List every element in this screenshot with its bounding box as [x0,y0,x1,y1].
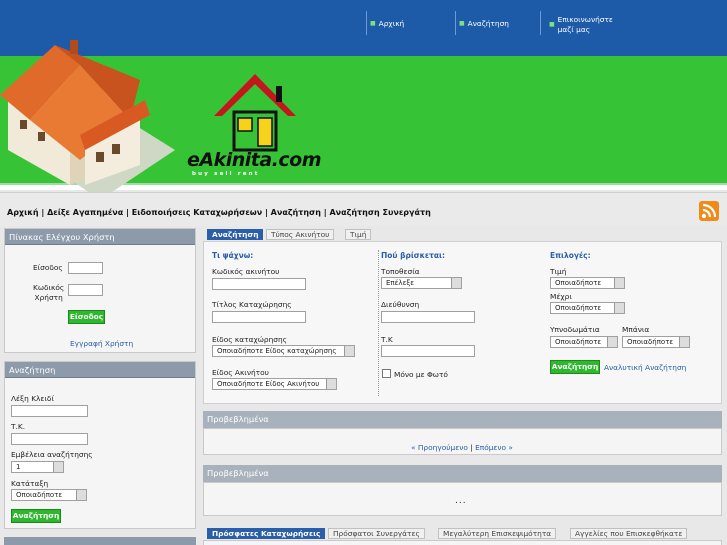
next-panel-header [4,537,196,545]
sort-label: Κατάταξη [11,479,49,488]
photo-only-label: Μόνο με Φωτό [394,370,448,379]
bullet-icon: ■ [370,20,376,27]
bedrooms-select[interactable]: Οποιαδήποτε [550,336,618,348]
header: ■ Αρχική ■ Αναζήτηση ■ Επικοινωνήστε μαζί μ… [0,0,727,200]
bullet-icon: ■ [549,21,555,28]
main-search-button[interactable]: Αναζήτηση [550,360,600,374]
property-code-label: Κωδικός ακινήτου [212,267,280,276]
featured-pager: « Προηγούμενο | Επόμενο » [411,443,513,452]
house-illustration [0,40,175,200]
login-label: Είσοδος [33,263,63,272]
keyword-label: Λέξη Κλειδί [11,394,54,403]
chevron-down-icon [53,462,63,472]
nav-contact-link[interactable]: ■ Επικοινωνήστε μαζί μας [549,15,613,35]
property-code-input[interactable] [212,278,306,290]
address-input[interactable] [381,311,475,323]
where-zip-label: Τ.Κ [381,335,393,344]
chevron-down-icon [614,303,624,313]
prev-link[interactable]: « Προηγούμενο [411,443,468,452]
tab-search[interactable]: Αναζήτηση [207,229,264,240]
address-label: Διεύθυνση [381,300,420,309]
chevron-down-icon [326,379,336,389]
listing-title-input[interactable] [212,311,306,323]
tab-viewed-listings[interactable]: Αγγελίες που Επισκεφθήκατε [570,528,688,539]
next-link[interactable]: Επόμενο » [475,443,513,452]
price-label: Τιμή [550,267,567,276]
where-heading: Πού βρίσκεται: [381,251,445,260]
top-nav: ■ Αρχική ■ Αναζήτηση ■ Επικοινωνήστε μαζί μ… [0,11,727,35]
tab-recent-partners[interactable]: Πρόσφατοι Συνεργάτες [328,528,425,539]
zip-input[interactable] [11,433,88,445]
site-logo[interactable]: eAkinita.com [187,149,322,171]
property-type-label: Είδος Ακινήτου [212,368,269,377]
password-label: Κωδικός Χρήστη [33,283,65,302]
chevron-down-icon [76,490,86,500]
baths-label: Μπάνια [622,325,650,334]
chevron-down-icon [451,278,461,288]
chevron-down-icon [679,337,689,347]
login-button[interactable]: Είσοδος [68,310,105,324]
register-link[interactable]: Εγγραφή Χρήστη [70,339,133,348]
tab-most-visited[interactable]: Μεγαλύτερη Επισκεψιμότητα [438,528,557,539]
tab-property-type[interactable]: Τύπος Ακινήτου [266,229,335,240]
zip-label: Τ.Κ. [11,422,26,431]
nav-search-link[interactable]: ■ Αναζήτηση [459,19,509,29]
logo-tagline: buy sell rent [192,171,260,177]
logo-house-icon [214,74,296,152]
keyword-input[interactable] [11,405,88,417]
where-zip-input[interactable] [381,345,475,357]
listing-type-select[interactable]: Οποιαδήποτε Είδος καταχώρησης [212,345,355,357]
chevron-down-icon [344,346,354,356]
range-label: Εμβέλεια αναζήτησης [11,450,93,459]
rss-icon[interactable] [699,201,719,221]
control-panel-title: Πίνακας Ελέγχου Χρήστη [5,229,195,245]
sort-select[interactable]: Οποιαδήποτε [11,489,87,501]
baths-select[interactable]: Οποιαδήποτε [622,336,690,348]
featured-header-2: Προβεβλημένα [203,465,722,482]
tab-recent-listings[interactable]: Πρόσφατες Καταχωρήσεις [207,528,326,539]
location-label: Τοποθεσία [381,267,420,276]
price-to-select[interactable]: Οποιαδήποτε [550,302,625,314]
listing-type-label: Είδος καταχώρησης [212,335,287,344]
location-select[interactable]: Επέλεξε [381,277,462,289]
column-divider [378,250,379,396]
username-input[interactable] [68,262,103,274]
price-from-select[interactable]: Οποιαδήποτε [550,277,625,289]
side-search-title: Αναζήτηση [5,362,195,378]
side-search-panel: Αναζήτηση [4,361,196,529]
loading-dots: ... [455,496,467,506]
chevron-down-icon [607,337,617,347]
listings-panel [203,540,722,545]
advanced-search-link[interactable]: Αναλυτική Αναζήτηση [604,363,686,372]
property-type-select[interactable]: Οποιαδήποτε Είδος Ακινήτου [212,378,337,390]
bullet-icon: ■ [459,20,465,27]
breadcrumb-menu[interactable]: Αρχική | Δείξε Αγαπημένα | Ειδοποιήσεις … [7,208,431,217]
page: ■ Αρχική ■ Αναζήτηση ■ Επικοινωνήστε μαζί μ… [0,0,727,545]
options-heading: Επιλογές: [550,251,591,260]
chevron-down-icon [614,278,624,288]
listing-title-label: Τίτλος Καταχώρησης [212,300,292,309]
menu-bar: Αρχική | Δείξε Αγαπημένα | Ειδοποιήσεις … [0,192,727,226]
price-to-label: Μέχρι [550,292,572,301]
tab-price[interactable]: Τιμή [345,229,372,240]
side-search-button[interactable]: Αναζήτηση [11,509,61,523]
what-heading: Τι ψάχνω: [212,251,254,260]
password-input[interactable] [68,284,103,296]
range-select[interactable]: 1 [11,461,64,473]
featured-header-1: Προβεβλημένα [203,411,722,428]
photo-only-checkbox[interactable] [382,369,391,378]
nav-home-link[interactable]: ■ Αρχική [370,19,404,29]
bedrooms-label: Υπνοδωμάτια [550,325,600,334]
